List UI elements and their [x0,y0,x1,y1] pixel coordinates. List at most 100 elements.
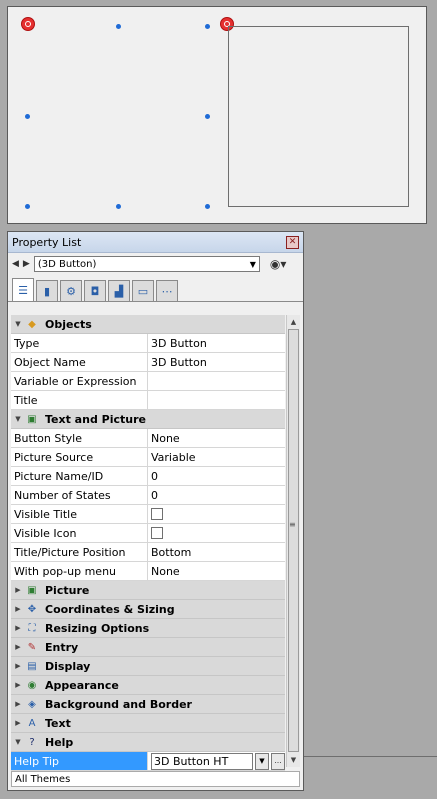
section-header-text-and-picture[interactable]: ▼ ▣ Text and Picture [11,410,285,429]
help-tip-value[interactable]: 3D Button HT [151,752,253,770]
checkbox[interactable] [151,508,163,520]
property-value[interactable] [148,524,285,542]
scroll-up-icon[interactable]: ▲ [287,315,300,329]
property-name: Title/Picture Position [11,543,148,561]
checkbox[interactable] [151,527,163,539]
property-row[interactable]: Title/Picture Position Bottom [11,543,285,562]
property-scrollbar[interactable]: ▲ ≡ ▼ [286,315,300,767]
property-list-panel: Property List ✕ ◀ ▶ (3D Button) ▼ ◉▾ ☰ ▮… [7,231,304,791]
expand-icon[interactable]: ▶ [11,719,25,727]
resize-handle[interactable] [205,204,210,209]
property-tabs: ☰ ▮ ⚙ ◘ ▟ ▭ ⋯ [8,275,303,302]
resize-handle[interactable] [25,114,30,119]
help-icon: ? [29,736,35,748]
section-header-help[interactable]: ▼? Help [11,733,285,752]
section-header-coordinates-sizing[interactable]: ▶ ✥ Coordinates & Sizing [11,600,285,619]
property-name: Picture Source [11,448,148,466]
property-value[interactable]: 0 [148,486,285,504]
form-canvas[interactable] [7,6,427,224]
property-value[interactable]: None [148,429,285,447]
section-header-background-and-border[interactable]: ▶ ◈ Background and Border [11,695,285,714]
chart-icon[interactable]: ▟ [108,280,130,301]
section-header-resizing-options[interactable]: ▶ ⛶ Resizing Options [11,619,285,638]
property-row[interactable]: Picture Name/ID 0 [11,467,285,486]
property-name: Title [11,391,148,409]
collapse-icon[interactable]: ▼ [11,415,25,423]
scroll-thumb[interactable] [288,329,299,752]
property-row[interactable]: Button Style None [11,429,285,448]
more-icon[interactable]: ⋯ [156,280,178,301]
section-header-display[interactable]: ▶ ▤ Display [11,657,285,676]
resize-handle[interactable] [116,24,121,29]
panel-titlebar[interactable]: Property List ✕ [8,232,303,253]
property-value[interactable]: Variable [148,448,285,466]
section-header-text[interactable]: ▶ A Text [11,714,285,733]
previous-object-icon[interactable]: ◀ [12,259,19,269]
expand-icon[interactable]: ▶ [11,662,25,670]
panel-title: Property List [12,235,82,249]
section-label: Background and Border [45,697,192,711]
property-value[interactable] [148,372,285,390]
help-tip-editor[interactable]: 3D Button HT ▼… [151,752,285,770]
section-label: Display [45,659,91,673]
eye-icon: ◉ [27,679,37,691]
section-label: Appearance [45,678,119,692]
expand-icon[interactable]: ▶ [11,681,25,689]
object-icon[interactable]: ▮ [36,280,58,301]
property-name: With pop-up menu [11,562,148,580]
section-header-picture[interactable]: ▶ ▣ Picture [11,581,285,600]
property-row[interactable]: Title [11,391,285,410]
property-row[interactable]: Variable or Expression [11,372,285,391]
object-selector-value: (3D Button) [37,258,97,270]
gear-icon[interactable]: ⚙ [60,280,82,301]
property-row[interactable]: Picture Source Variable [11,448,285,467]
property-row[interactable]: Visible Icon [11,524,285,543]
expand-icon[interactable]: ▶ [11,605,25,613]
property-row[interactable]: Number of States 0 [11,486,285,505]
collapse-icon[interactable]: ▼ [11,320,25,328]
scroll-down-icon[interactable]: ▼ [287,753,300,767]
property-value[interactable]: 3D Button [148,353,285,371]
section-header-objects[interactable]: ▼ ◆ Objects [11,315,285,334]
next-object-icon[interactable]: ▶ [23,259,30,269]
property-value[interactable]: 0 [148,467,285,485]
property-row[interactable]: With pop-up menu None [11,562,285,581]
property-row[interactable]: Object Name 3D Button [11,353,285,372]
section-label: Entry [45,640,79,654]
expand-icon[interactable]: ▶ [11,700,25,708]
property-value[interactable] [148,391,285,409]
objects-icon: ◆ [28,318,36,330]
section-label: Picture [45,583,90,597]
section-header-appearance[interactable]: ▶ ◉ Appearance [11,676,285,695]
form-icon[interactable]: ◘ [84,280,106,301]
expand-icon[interactable]: ▶ [11,586,25,594]
collapse-icon[interactable]: ▼ [11,738,25,746]
object-frame[interactable] [228,26,409,207]
property-row[interactable]: Help Tip 3D Button HT ▼… [11,752,285,771]
resize-handle[interactable] [205,114,210,119]
property-name: Type [11,334,148,352]
resize-handle[interactable] [25,204,30,209]
section-label: Text and Picture [45,412,146,426]
resize-handle[interactable] [205,24,210,29]
chevron-down-icon[interactable]: ▼ [255,752,269,770]
list-icon[interactable]: ☰ [12,278,34,301]
property-row[interactable]: Visible Title [11,505,285,524]
ellipsis-button[interactable]: … [271,752,285,770]
property-value[interactable] [148,505,285,523]
property-value[interactable]: 3D Button [148,334,285,352]
property-row[interactable]: Type 3D Button [11,334,285,353]
expand-icon[interactable]: ▶ [11,624,25,632]
section-header-entry[interactable]: ▶ ✎ Entry [11,638,285,657]
resize-handle[interactable] [116,204,121,209]
eye-icon[interactable]: ◉▾ [270,257,287,271]
close-icon[interactable]: ✕ [286,235,299,249]
expand-icon[interactable]: ▶ [11,643,25,651]
anchor-icon-left[interactable] [21,17,35,31]
display-icon[interactable]: ▭ [132,280,154,301]
object-selector[interactable]: (3D Button) ▼ [33,256,260,272]
property-value[interactable]: 3D Button HT ▼… [148,752,285,770]
resize-icon: ⛶ [28,622,36,634]
property-value[interactable]: None [148,562,285,580]
property-value[interactable]: Bottom [148,543,285,561]
